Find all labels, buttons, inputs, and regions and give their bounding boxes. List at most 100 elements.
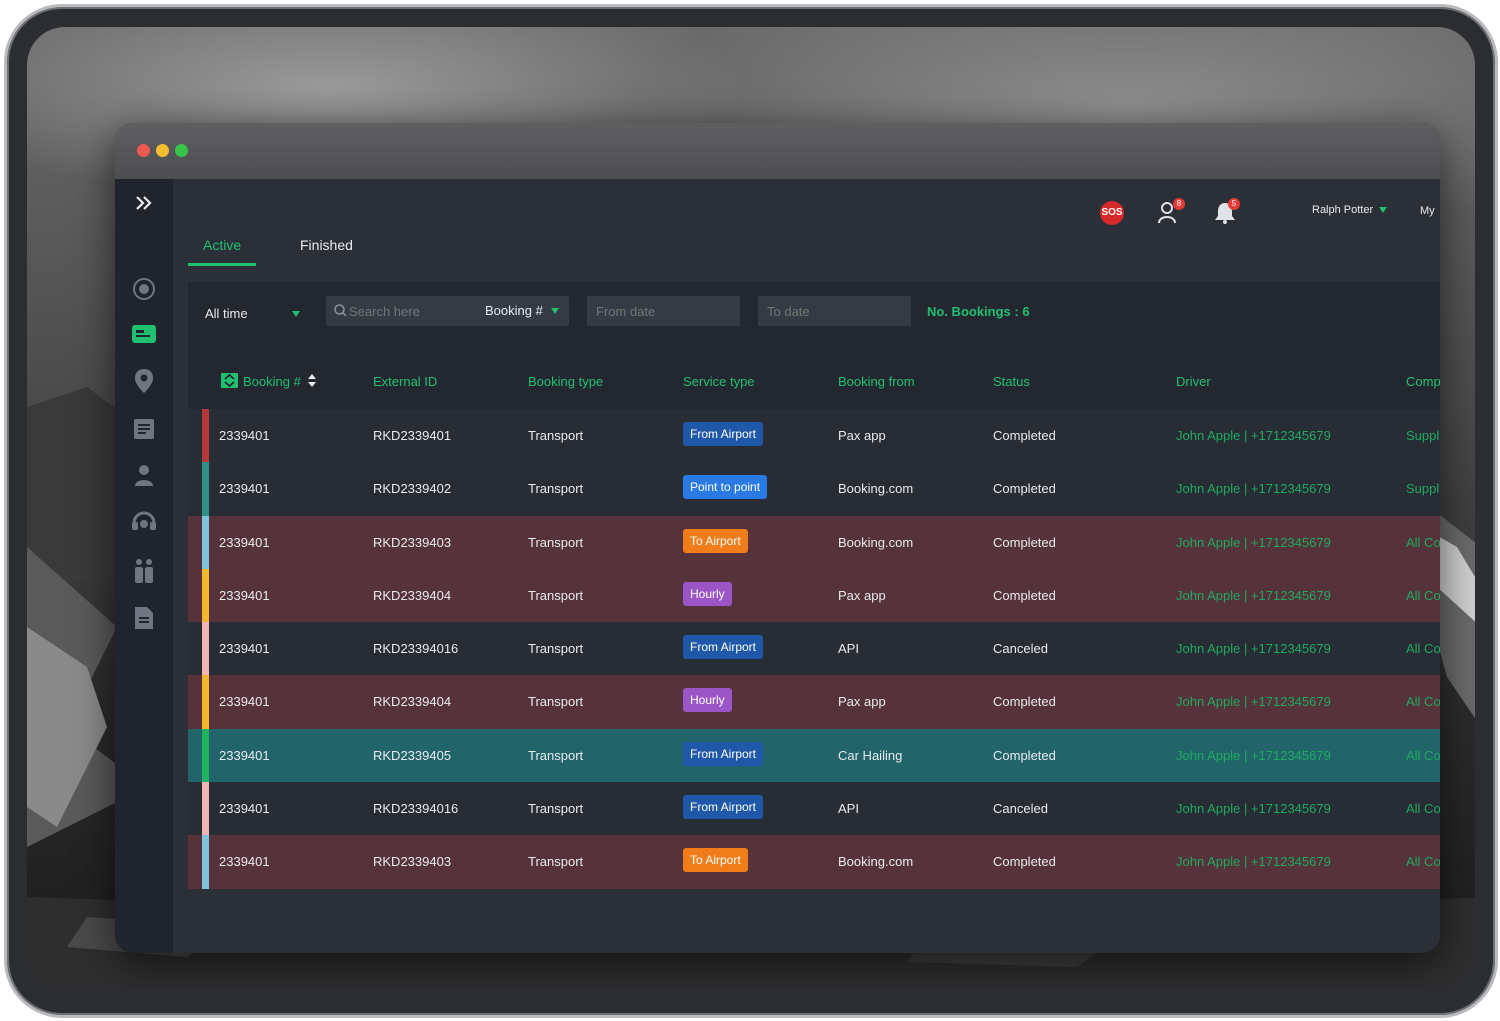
sos-button[interactable]: SOS (1098, 199, 1126, 232)
bookings-count: No. Bookings : 6 (927, 304, 1030, 319)
cell-driver: John Apple | +1712345679 (1176, 641, 1331, 657)
cell-company: All Co (1406, 694, 1440, 710)
zoom-window-button[interactable] (175, 144, 188, 157)
chevron-down-icon (292, 310, 300, 317)
header-status[interactable]: Status (993, 374, 1030, 389)
cell-driver: John Apple | +1712345679 (1176, 428, 1331, 443)
from-date-input[interactable] (587, 296, 740, 326)
cell-booking-from: Pax app (838, 428, 886, 443)
table-header: Booking # External ID Booking type Servi… (188, 354, 1440, 409)
users-button[interactable]: 8 (1158, 198, 1185, 230)
table-row[interactable]: 2339401 RKD2339401 Transport Pax app Complet… (188, 409, 1440, 463)
time-range-select[interactable]: All time (205, 306, 300, 321)
cell-status: Canceled (993, 641, 1048, 657)
cell-booking-type: Transport (528, 481, 584, 497)
driver-icon[interactable] (130, 461, 158, 489)
dashboard-icon[interactable] (130, 275, 158, 303)
service-type-badge: From Airport (683, 795, 764, 820)
close-window-button[interactable] (137, 144, 150, 157)
sidebar (115, 179, 173, 953)
row-color-stripe (202, 835, 209, 889)
time-range-value: All time (205, 306, 248, 321)
cell-booking-from: Pax app (838, 694, 886, 710)
table-row[interactable]: 2339401 RKD2339404 Transport Pax app Complet… (188, 568, 1440, 623)
cell-status: Canceled (993, 801, 1048, 817)
cell-driver: John Apple | +1712345679 (1176, 747, 1331, 763)
cell-company: All Co (1406, 854, 1440, 870)
cell-company: Suppl (1406, 428, 1440, 443)
table-row[interactable]: 2339401 RKD23394016 Transport API Canceled Jo… (188, 622, 1440, 676)
cell-external-id: RKD2339403 (373, 534, 452, 550)
table-row[interactable]: 2339401 RKD2339405 Transport Car Hailing Com… (188, 728, 1440, 783)
filter-bar: All time Booking # No. Bookings : 6 (188, 282, 1440, 354)
cell-company: All Co (1406, 801, 1440, 817)
cell-booking-type: Transport (528, 587, 584, 603)
cell-external-id: RKD2339402 (373, 481, 452, 497)
cell-status: Completed (993, 428, 1056, 443)
service-type-badge: To Airport (683, 528, 748, 553)
header-booking[interactable]: Booking # (243, 374, 301, 389)
minimize-window-button[interactable] (156, 144, 169, 157)
row-color-stripe (202, 568, 209, 623)
window-titlebar (115, 123, 1440, 179)
table-row[interactable]: 2339401 RKD2339403 Transport Booking.com Com… (188, 835, 1440, 889)
table-body: 2339401 RKD2339401 Transport Pax app Complet… (188, 409, 1440, 889)
user-menu[interactable]: Ralph Potter (1312, 204, 1388, 216)
cell-status: Completed (993, 747, 1056, 763)
service-type-badge: Point to point (683, 475, 768, 500)
bookings-icon[interactable] (130, 320, 158, 348)
sort-toggle-icon[interactable] (221, 373, 238, 388)
row-color-stripe (202, 515, 209, 569)
tab-active[interactable]: Active (203, 237, 241, 253)
cell-booking-type: Transport (528, 428, 584, 443)
cell-company: All Co (1406, 747, 1440, 763)
search-field-value: Booking # (485, 303, 543, 318)
header-booking-type[interactable]: Booking type (528, 374, 603, 389)
table-row[interactable]: 2339401 RKD2339404 Transport Pax app Complet… (188, 675, 1440, 729)
cell-booking-type: Transport (528, 801, 584, 817)
service-type-badge: From Airport (683, 741, 764, 766)
search-input[interactable] (349, 301, 474, 321)
cell-external-id: RKD2339401 (373, 428, 452, 443)
active-tab-indicator (188, 263, 256, 266)
cell-status: Completed (993, 534, 1056, 550)
header-driver[interactable]: Driver (1176, 374, 1211, 389)
search-field-select[interactable]: Booking # (485, 303, 559, 318)
to-date-input[interactable] (758, 296, 911, 326)
header-external-id[interactable]: External ID (373, 374, 437, 389)
search-box: Booking # (326, 296, 569, 326)
notifications-button[interactable]: 5 (1213, 198, 1240, 230)
cell-driver: John Apple | +1712345679 (1176, 481, 1331, 497)
header-service-type[interactable]: Service type (683, 374, 755, 389)
cell-booking-from: API (838, 641, 859, 657)
cell-booking: 2339401 (219, 641, 270, 657)
tab-finished[interactable]: Finished (300, 237, 353, 253)
bookings-table: Booking # External ID Booking type Servi… (188, 354, 1440, 889)
header-company[interactable]: Comp (1406, 374, 1440, 389)
service-type-badge: To Airport (683, 848, 748, 873)
row-color-stripe (202, 409, 209, 463)
cell-driver: John Apple | +1712345679 (1176, 587, 1331, 603)
cell-external-id: RKD2339405 (373, 747, 452, 763)
header-booking-from[interactable]: Booking from (838, 374, 915, 389)
passengers-icon[interactable] (130, 557, 158, 585)
cell-booking-type: Transport (528, 534, 584, 550)
chevron-down-icon (550, 307, 559, 314)
document-icon[interactable] (130, 604, 158, 632)
row-color-stripe (202, 462, 209, 516)
cell-driver: John Apple | +1712345679 (1176, 534, 1331, 550)
list-icon[interactable] (130, 415, 158, 443)
support-icon[interactable] (130, 509, 158, 537)
my-menu[interactable]: My (1420, 205, 1435, 217)
table-row[interactable]: 2339401 RKD23394016 Transport API Canceled Jo… (188, 782, 1440, 836)
expand-sidebar-icon[interactable] (130, 189, 158, 217)
location-pin-icon[interactable] (130, 367, 158, 395)
wallpaper: SOS 8 5 Ralph Potter My Active Finished … (27, 27, 1475, 987)
sort-icon[interactable] (308, 374, 316, 387)
table-row[interactable]: 2339401 RKD2339402 Transport Booking.com Com… (188, 462, 1440, 516)
table-row[interactable]: 2339401 RKD2339403 Transport Booking.com Com… (188, 515, 1440, 569)
row-color-stripe (202, 675, 209, 729)
cell-company: All Co (1406, 587, 1440, 603)
cell-external-id: RKD2339404 (373, 694, 452, 710)
tablet-frame: SOS 8 5 Ralph Potter My Active Finished … (4, 4, 1498, 1018)
